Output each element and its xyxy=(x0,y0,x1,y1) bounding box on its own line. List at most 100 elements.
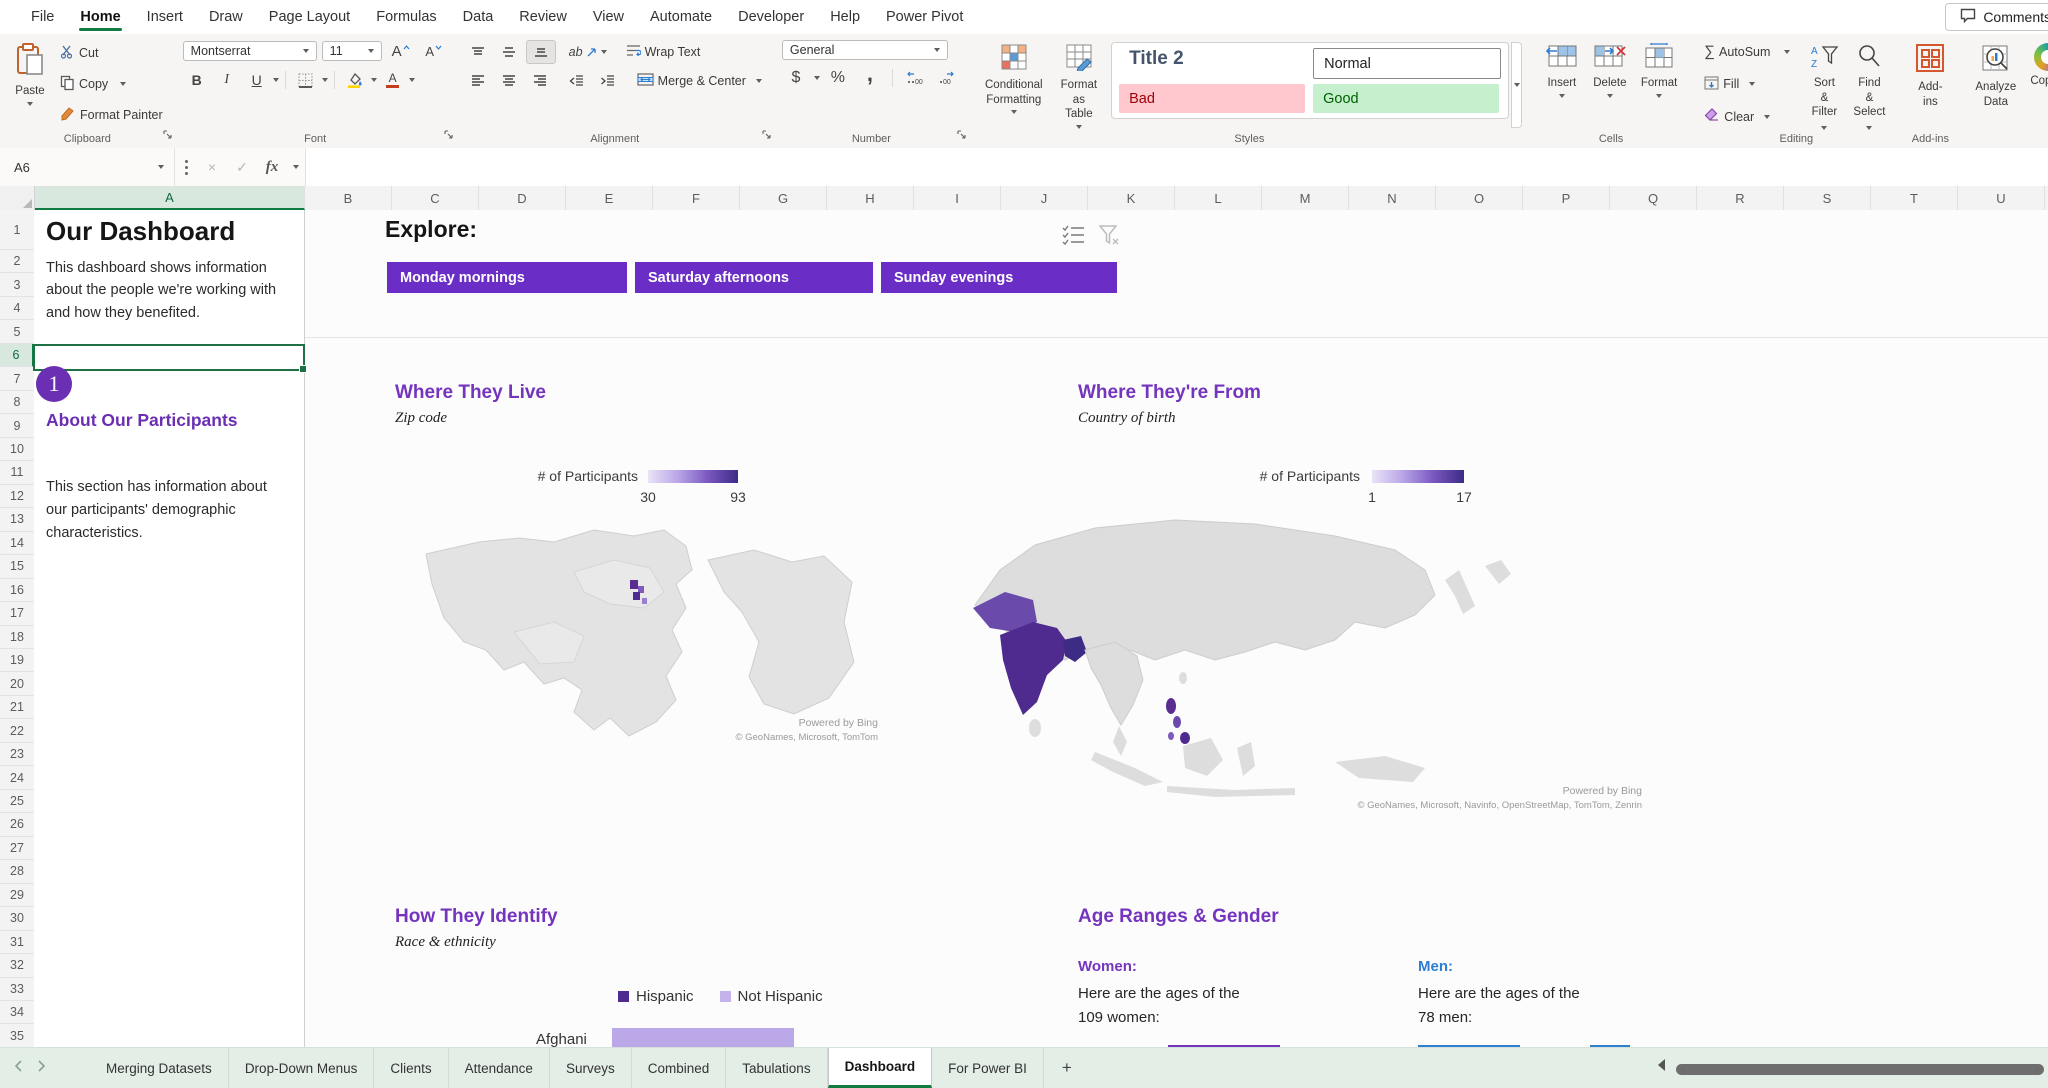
menu-tab-data[interactable]: Data xyxy=(450,0,507,34)
sheet-nav-prev-icon[interactable] xyxy=(14,1059,23,1078)
insert-cells-button[interactable]: Insert xyxy=(1538,40,1586,128)
row-header-24[interactable]: 24 xyxy=(0,766,34,789)
menu-tab-view[interactable]: View xyxy=(580,0,637,34)
styles-gallery-more-button[interactable] xyxy=(1511,42,1522,128)
chevron-down-icon[interactable] xyxy=(273,78,279,82)
conditional-formatting-button[interactable]: Conditional Formatting xyxy=(977,40,1051,128)
style-chip-good[interactable]: Good xyxy=(1313,84,1499,113)
chevron-down-icon[interactable] xyxy=(814,76,820,80)
sort-filter-button[interactable]: AZ Sort & Filter xyxy=(1802,40,1846,128)
sheet-tab-clients[interactable]: Clients xyxy=(374,1048,448,1088)
column-header-N[interactable]: N xyxy=(1349,186,1436,210)
select-all-corner[interactable] xyxy=(0,186,35,210)
selected-cell-a6[interactable] xyxy=(33,344,305,372)
align-bottom-button[interactable] xyxy=(526,40,556,64)
chevron-down-icon[interactable] xyxy=(371,78,377,82)
slicer-button-saturday-afternoons[interactable]: Saturday afternoons xyxy=(635,262,873,293)
row-header-18[interactable]: 18 xyxy=(0,626,34,649)
font-family-select[interactable]: Montserrat xyxy=(183,41,317,61)
borders-button[interactable] xyxy=(292,69,320,91)
menu-tab-power-pivot[interactable]: Power Pivot xyxy=(873,0,976,34)
new-sheet-button[interactable]: + xyxy=(1044,1048,1090,1088)
wrap-text-button[interactable]: Wrap Text xyxy=(622,42,705,62)
merge-center-button[interactable]: Merge & Center xyxy=(633,71,766,91)
format-cells-button[interactable]: Format xyxy=(1634,40,1684,128)
style-chip-normal[interactable]: Normal xyxy=(1313,48,1501,79)
chevron-down-icon[interactable] xyxy=(322,78,328,82)
column-header-L[interactable]: L xyxy=(1175,186,1262,210)
menu-tab-developer[interactable]: Developer xyxy=(725,0,817,34)
menu-tab-home[interactable]: Home xyxy=(67,0,133,34)
multi-select-icon[interactable] xyxy=(1062,224,1086,251)
menu-tab-file[interactable]: File xyxy=(18,0,67,34)
find-select-button[interactable]: Find & Select xyxy=(1846,40,1892,128)
row-header-32[interactable]: 32 xyxy=(0,954,34,977)
decrease-indent-button[interactable] xyxy=(563,70,591,92)
sheet-tab-combined[interactable]: Combined xyxy=(632,1048,727,1088)
column-header-M[interactable]: M xyxy=(1262,186,1349,210)
font-size-select[interactable]: 11 xyxy=(322,41,382,61)
row-header-34[interactable]: 34 xyxy=(0,1001,34,1024)
column-header-R[interactable]: R xyxy=(1697,186,1784,210)
clipboard-dialog-launcher[interactable] xyxy=(163,126,172,144)
delete-cells-button[interactable]: Delete xyxy=(1586,40,1634,128)
sheet-tab-surveys[interactable]: Surveys xyxy=(550,1048,632,1088)
column-header-A[interactable]: A xyxy=(35,186,305,210)
sheet-tab-tabulations[interactable]: Tabulations xyxy=(726,1048,827,1088)
column-header-J[interactable]: J xyxy=(1001,186,1088,210)
sheet-tab-dashboard[interactable]: Dashboard xyxy=(828,1048,933,1088)
percent-button[interactable]: % xyxy=(824,67,852,89)
slicer-button-monday-mornings[interactable]: Monday mornings xyxy=(387,262,627,293)
section-title-cell[interactable]: About Our Participants xyxy=(46,410,238,431)
comments-button[interactable]: Comments xyxy=(1945,3,2048,31)
shrink-font-button[interactable]: A xyxy=(420,40,448,62)
fill-color-button[interactable] xyxy=(341,69,369,91)
row-header-1[interactable]: 1 xyxy=(0,210,34,250)
row-header-19[interactable]: 19 xyxy=(0,649,34,672)
row-header-5[interactable]: 5 xyxy=(0,320,34,343)
column-header-I[interactable]: I xyxy=(914,186,1001,210)
row-header-22[interactable]: 22 xyxy=(0,719,34,742)
column-header-S[interactable]: S xyxy=(1784,186,1871,210)
column-header-H[interactable]: H xyxy=(827,186,914,210)
row-header-3[interactable]: 3 xyxy=(0,273,34,296)
grow-font-button[interactable]: A xyxy=(387,40,415,62)
dashboard-description-cell[interactable]: This dashboard shows information about t… xyxy=(46,257,284,324)
align-center-button[interactable] xyxy=(495,70,523,92)
row-header-13[interactable]: 13 xyxy=(0,508,34,531)
name-box[interactable]: A6 xyxy=(0,148,175,186)
sheet-tab-merging-datasets[interactable]: Merging Datasets xyxy=(90,1048,229,1088)
column-header-D[interactable]: D xyxy=(479,186,566,210)
column-header-O[interactable]: O xyxy=(1436,186,1523,210)
align-top-button[interactable] xyxy=(464,41,492,63)
increase-decimal-button[interactable]: 00 xyxy=(901,67,929,89)
font-color-button[interactable]: A xyxy=(379,69,407,91)
section-description-cell[interactable]: This section has information about our p… xyxy=(46,476,286,546)
insert-function-icon[interactable]: fx xyxy=(257,148,287,186)
copilot-button[interactable]: Copilot xyxy=(2023,40,2048,128)
horizontal-scrollbar[interactable] xyxy=(1676,1064,2044,1075)
column-header-T[interactable]: T xyxy=(1871,186,1958,210)
column-header-G[interactable]: G xyxy=(740,186,827,210)
menu-tab-insert[interactable]: Insert xyxy=(134,0,196,34)
row-header-17[interactable]: 17 xyxy=(0,602,34,625)
menu-tab-help[interactable]: Help xyxy=(817,0,873,34)
row-header-8[interactable]: 8 xyxy=(0,391,34,414)
decrease-decimal-button[interactable]: 00 xyxy=(933,67,961,89)
number-format-select[interactable]: General xyxy=(782,40,948,60)
cancel-icon[interactable]: × xyxy=(197,148,227,186)
sheet-nav-next-icon[interactable] xyxy=(37,1059,46,1078)
column-header-E[interactable]: E xyxy=(566,186,653,210)
row-header-14[interactable]: 14 xyxy=(0,532,34,555)
sheet-tab-drop-down-menus[interactable]: Drop-Down Menus xyxy=(229,1048,375,1088)
row-header-25[interactable]: 25 xyxy=(0,790,34,813)
formula-input[interactable] xyxy=(305,148,2048,186)
row-header-29[interactable]: 29 xyxy=(0,884,34,907)
menu-tab-automate[interactable]: Automate xyxy=(637,0,725,34)
column-header-B[interactable]: B xyxy=(305,186,392,210)
menu-tab-formulas[interactable]: Formulas xyxy=(363,0,449,34)
autosum-button[interactable]: ∑ AutoSum xyxy=(1700,41,1794,62)
name-box-menu-icon[interactable] xyxy=(175,148,197,186)
addins-button[interactable]: Add-ins xyxy=(1908,40,1952,128)
chevron-down-icon[interactable] xyxy=(287,148,305,186)
